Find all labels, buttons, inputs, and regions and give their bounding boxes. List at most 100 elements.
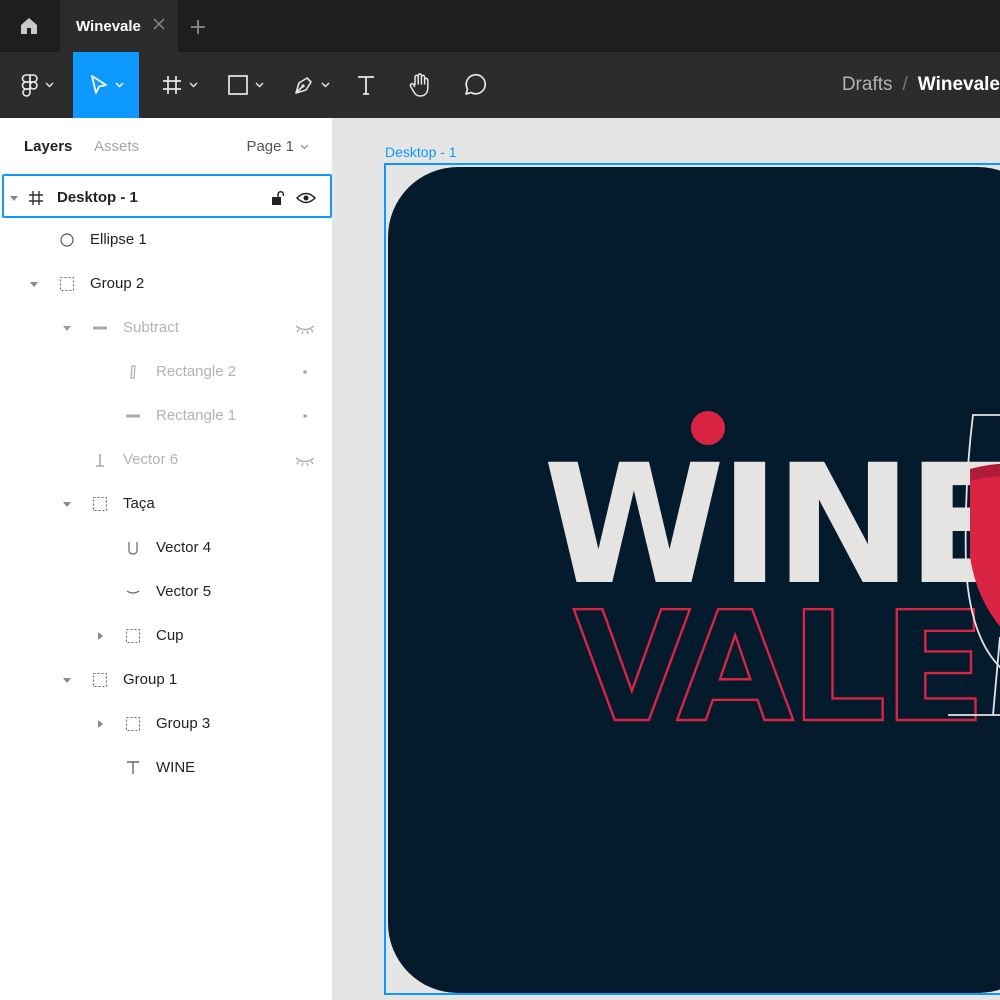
layer-row-group-2[interactable]: Group 2	[0, 262, 332, 306]
text-tool-button[interactable]	[348, 52, 384, 118]
vector-icon	[128, 542, 138, 555]
layer-name: Cup	[156, 627, 184, 644]
layer-row-group-1[interactable]: Group 1	[0, 658, 332, 702]
group-icon	[92, 672, 108, 688]
caret-down-icon[interactable]	[9, 193, 19, 203]
comment-icon	[465, 73, 487, 95]
eye-closed-icon[interactable]	[294, 320, 316, 336]
main-menu-button[interactable]	[12, 52, 62, 118]
group-icon	[92, 496, 108, 512]
frame-desktop-1[interactable]: WINE VALE	[384, 163, 1000, 995]
layer-name: Desktop - 1	[57, 189, 138, 206]
caret-down-icon[interactable]	[62, 675, 72, 685]
layer-row-vector-5[interactable]: Vector 5	[0, 570, 332, 614]
hidden-dot-icon[interactable]	[300, 364, 310, 380]
eye-closed-icon[interactable]	[294, 452, 316, 468]
figma-logo-icon	[21, 74, 38, 97]
title-bar: Winevale	[0, 0, 1000, 52]
canvas[interactable]: Desktop - 1 WINE VALE	[333, 118, 1000, 1000]
chevron-down-icon	[115, 82, 123, 88]
layer-row-rectangle-2[interactable]: Rectangle 2	[0, 350, 332, 394]
hidden-dot-icon[interactable]	[300, 408, 310, 424]
logo-graphic: WINE VALE	[543, 414, 1000, 757]
page-selector-label: Page 1	[246, 138, 294, 155]
caret-down-icon[interactable]	[62, 323, 72, 333]
shape-tool-button[interactable]	[218, 52, 272, 118]
toolbar: Drafts / Winevale	[0, 52, 1000, 118]
layer-name: Ellipse 1	[90, 231, 147, 248]
group-icon	[125, 628, 141, 644]
close-icon[interactable]	[152, 17, 166, 31]
rectangle-icon	[126, 414, 140, 418]
logo-word-vale: VALE	[573, 579, 983, 756]
hand-icon	[409, 73, 429, 97]
move-tool-button[interactable]	[73, 52, 139, 118]
rectangle-icon	[227, 75, 248, 95]
chevron-down-icon	[255, 82, 263, 88]
panel-tabs: Layers Assets Page 1	[0, 118, 333, 174]
breadcrumb: Drafts / Winevale	[842, 52, 1000, 118]
layer-name: Rectangle 1	[156, 407, 237, 424]
layer-name: Group 1	[123, 671, 178, 688]
file-tab-label: Winevale	[76, 17, 141, 35]
layer-name: Vector 4	[156, 539, 212, 556]
home-button[interactable]	[0, 0, 58, 52]
layer-row-rectangle-1[interactable]: Rectangle 1	[0, 394, 332, 438]
layer-row-ellipse-1[interactable]: Ellipse 1	[0, 218, 332, 262]
layer-name: Vector 6	[123, 451, 179, 468]
group-icon	[59, 276, 75, 292]
layer-row-wine-text[interactable]: WINE	[0, 746, 332, 790]
layer-name: Subtract	[123, 319, 179, 336]
layer-row-vector-6[interactable]: Vector 6	[0, 438, 332, 482]
layers-panel: Layers Assets Page 1 Desktop - 1 Ellipse…	[0, 118, 333, 1000]
tab-assets[interactable]: Assets	[94, 138, 139, 155]
eye-icon[interactable]	[296, 190, 316, 206]
layer-name: WINE	[156, 759, 196, 776]
pen-tool-button[interactable]	[284, 52, 338, 118]
layer-name: Taça	[123, 495, 155, 512]
rectangle-icon	[130, 365, 136, 379]
chevron-down-icon	[45, 82, 53, 88]
tab-layers[interactable]: Layers	[24, 138, 72, 155]
chevron-down-icon	[189, 82, 197, 88]
layer-row-group-3[interactable]: Group 3	[0, 702, 332, 746]
page-selector[interactable]: Page 1	[246, 138, 309, 155]
layer-name: Group 3	[156, 715, 211, 732]
chevron-down-icon	[300, 144, 309, 149]
ellipse-icon	[60, 233, 74, 247]
breadcrumb-file-name[interactable]: Winevale	[918, 74, 1000, 96]
cursor-icon	[90, 75, 107, 94]
layer-row-vector-4[interactable]: Vector 4	[0, 526, 332, 570]
frame-tool-button[interactable]	[152, 52, 206, 118]
frame-label[interactable]: Desktop - 1	[385, 144, 457, 160]
layer-name: Vector 5	[156, 583, 212, 600]
winevale-artwork: WINE VALE	[388, 167, 1000, 993]
comment-tool-button[interactable]	[454, 52, 496, 118]
caret-right-icon[interactable]	[95, 719, 105, 729]
breadcrumb-separator: /	[902, 74, 908, 95]
layer-name: Rectangle 2	[156, 363, 237, 380]
layer-name: Group 2	[90, 275, 145, 292]
layer-row-taca[interactable]: Taça	[0, 482, 332, 526]
caret-down-icon[interactable]	[62, 499, 72, 509]
vector-icon	[96, 454, 104, 467]
breadcrumb-drafts[interactable]: Drafts	[842, 74, 893, 96]
layer-row-subtract[interactable]: Subtract	[0, 306, 332, 350]
chevron-down-icon	[321, 82, 329, 88]
layer-row-cup[interactable]: Cup	[0, 614, 332, 658]
hand-tool-button[interactable]	[400, 52, 440, 118]
group-icon	[125, 716, 141, 732]
pen-icon	[294, 77, 312, 94]
vector-icon	[126, 590, 140, 594]
add-tab-icon[interactable]	[188, 17, 208, 37]
file-tab[interactable]: Winevale	[60, 0, 178, 52]
home-icon	[21, 18, 37, 34]
layer-row-desktop-1[interactable]: Desktop - 1	[2, 174, 332, 218]
text-icon	[127, 761, 139, 774]
caret-right-icon[interactable]	[95, 631, 105, 641]
frame-icon	[162, 76, 181, 94]
caret-down-icon[interactable]	[29, 279, 39, 289]
subtract-icon	[93, 326, 107, 330]
text-icon	[358, 76, 374, 95]
unlock-icon[interactable]	[270, 190, 286, 206]
